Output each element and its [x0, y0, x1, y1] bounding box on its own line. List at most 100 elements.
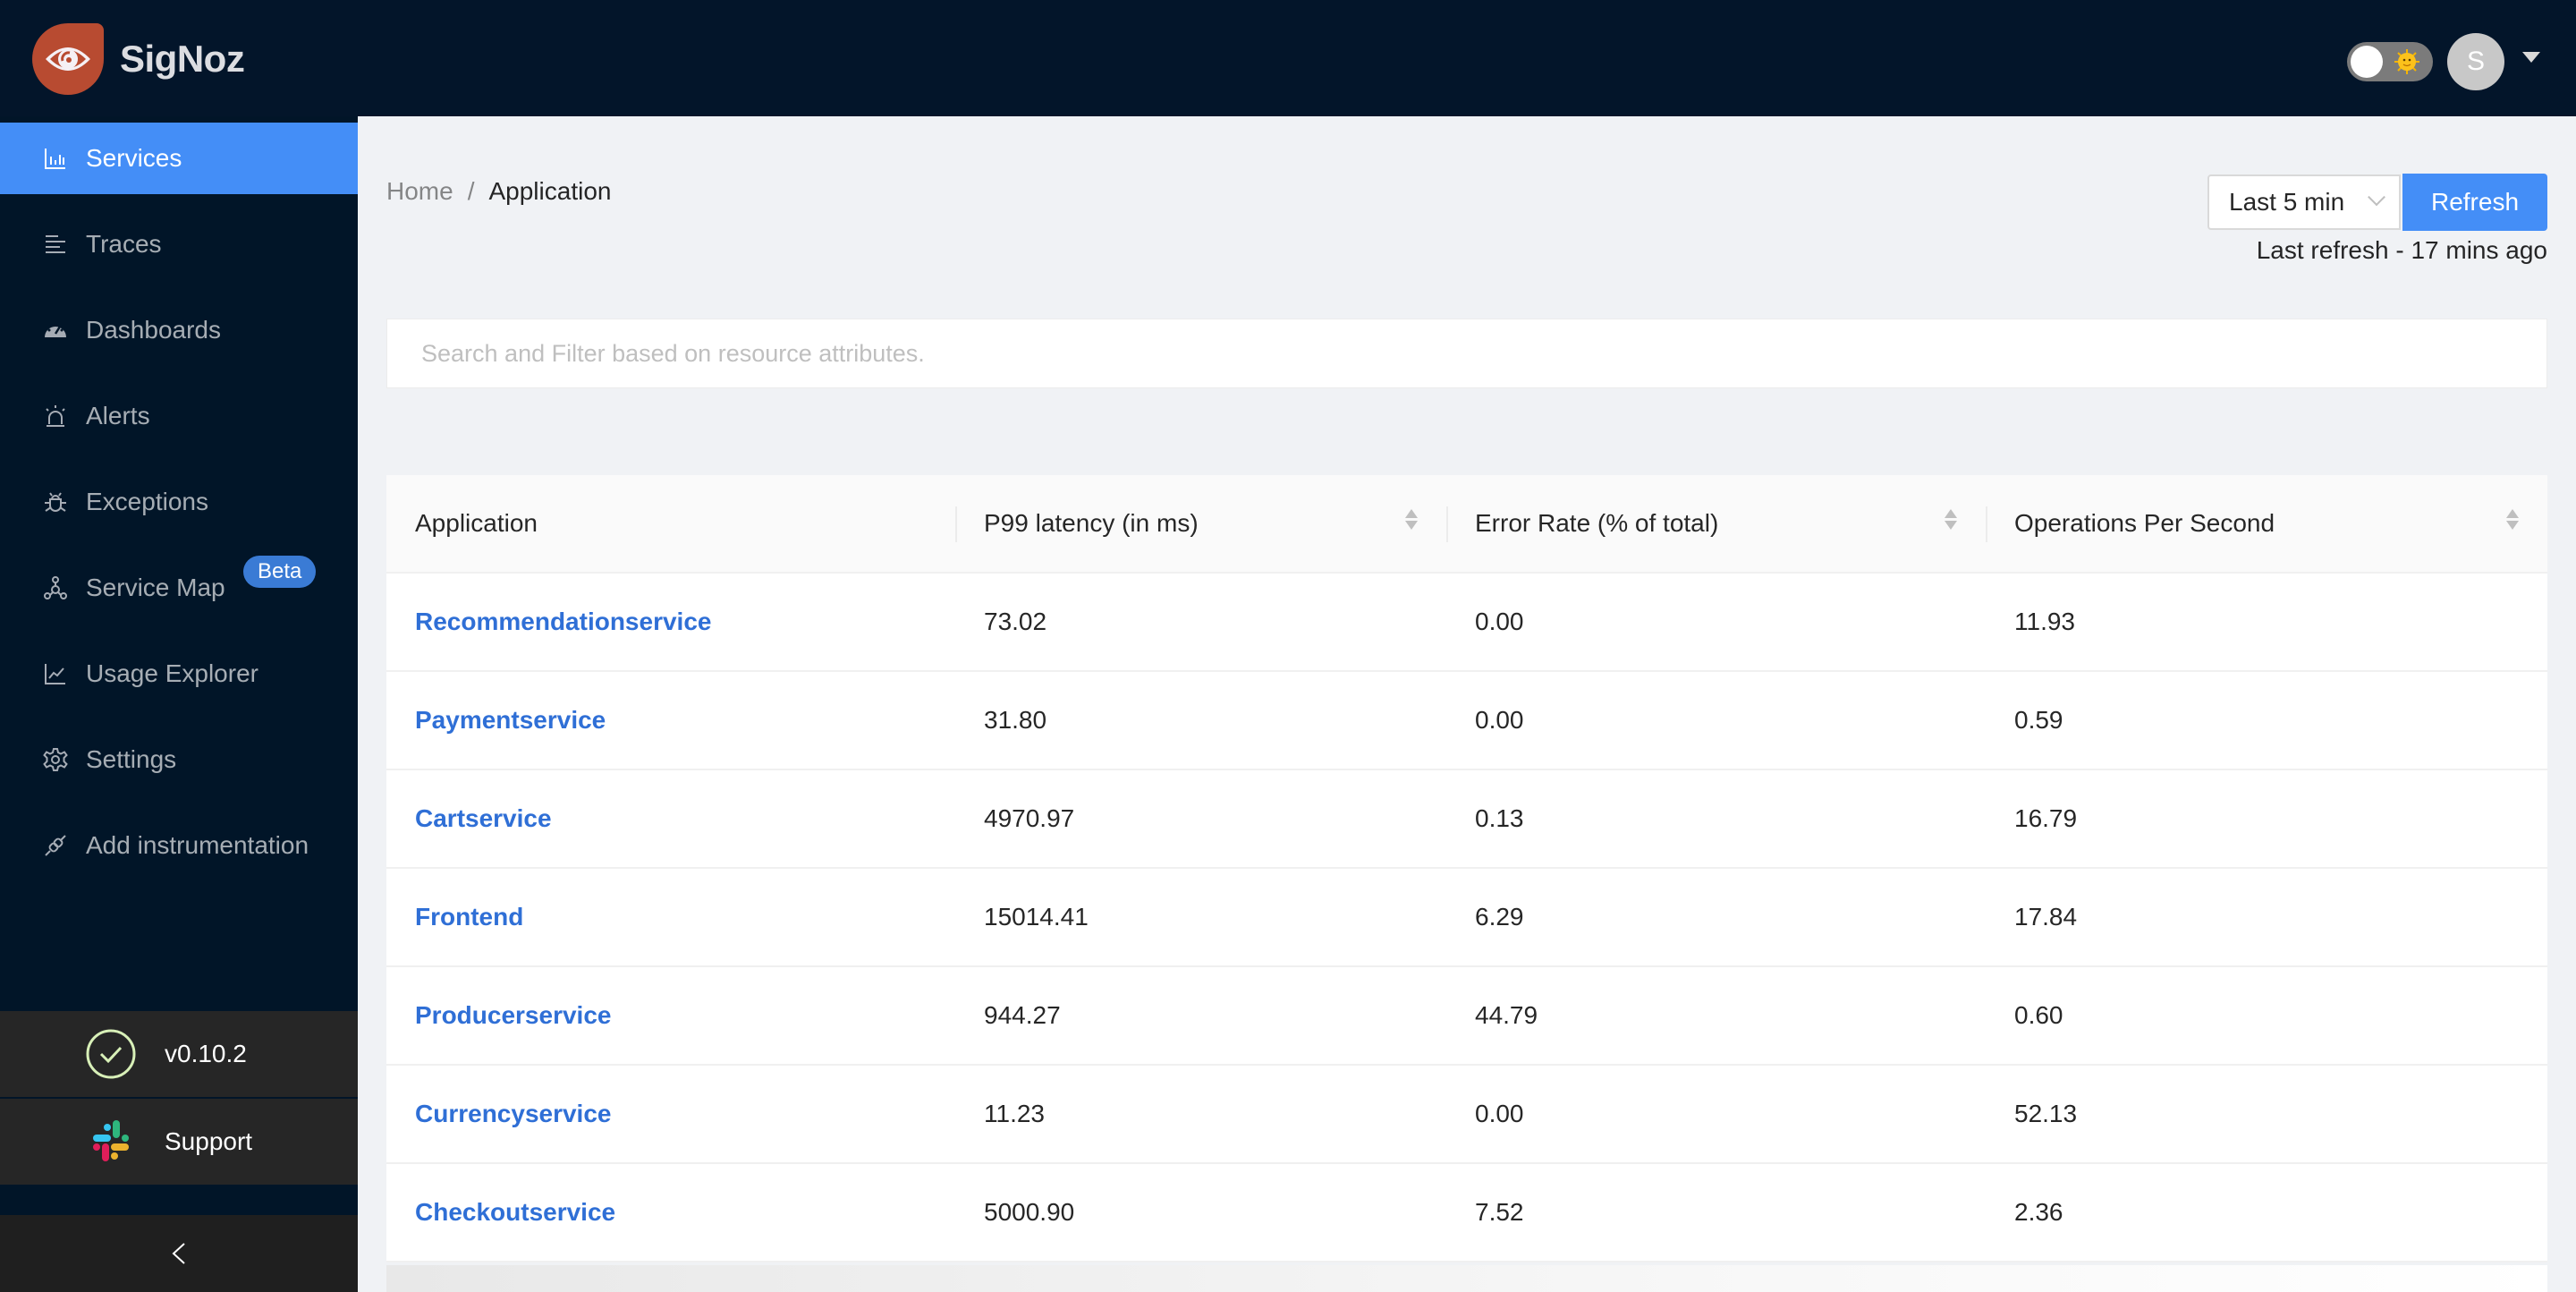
support-label: Support	[165, 1127, 253, 1155]
deployment-unit-icon	[43, 575, 68, 600]
sidebar-item-label: Usage Explorer	[86, 659, 258, 687]
sidebar-item-exceptions[interactable]: Exceptions	[0, 466, 358, 538]
table-row: Producerservice 944.27 44.79 0.60	[386, 967, 2547, 1066]
sort-icon[interactable]	[2506, 509, 2519, 530]
line-chart-icon	[43, 661, 68, 686]
version-indicator[interactable]: v0.10.2	[0, 1011, 358, 1097]
error-rate-cell: 0.00	[1475, 608, 1524, 635]
sidebar-item-label: Dashboards	[86, 316, 221, 344]
slack-icon	[86, 1117, 136, 1167]
sidebar: Services Traces Dashboards Alerts Except…	[0, 116, 358, 1292]
chevron-down-icon	[2368, 188, 2385, 207]
brand-logo[interactable]: SigNoz	[32, 23, 245, 95]
table-row: Currencyservice 11.23 0.00 52.13	[386, 1066, 2547, 1164]
sort-icon[interactable]	[1405, 509, 1418, 530]
error-rate-cell: 7.52	[1475, 1198, 1524, 1226]
search-input[interactable]	[421, 339, 2546, 368]
error-rate-cell: 44.79	[1475, 1001, 1538, 1029]
service-link[interactable]: Paymentservice	[415, 706, 606, 735]
align-left-icon	[43, 232, 68, 257]
service-link[interactable]: Recommendationservice	[415, 608, 711, 636]
service-link[interactable]: Producerservice	[415, 1001, 611, 1030]
p99-latency-cell: 31.80	[984, 706, 1047, 734]
beta-badge: Beta	[243, 556, 317, 588]
time-range-value: Last 5 min	[2229, 188, 2345, 216]
sidebar-collapse-button[interactable]	[0, 1215, 358, 1292]
column-header-p99-latency[interactable]: P99 latency (in ms)	[955, 475, 1446, 572]
table-row: Frontend 15014.41 6.29 17.84	[386, 869, 2547, 967]
p99-latency-cell: 73.02	[984, 608, 1047, 635]
p99-latency-cell: 4970.97	[984, 804, 1075, 832]
column-header-ops[interactable]: Operations Per Second	[1986, 475, 2547, 572]
error-rate-cell: 0.00	[1475, 1100, 1524, 1127]
sidebar-item-alerts[interactable]: Alerts	[0, 380, 358, 452]
sidebar-item-label: Add instrumentation	[86, 831, 309, 859]
sidebar-item-label: Exceptions	[86, 488, 208, 515]
resource-attribute-search[interactable]	[386, 319, 2547, 388]
error-rate-cell: 6.29	[1475, 903, 1524, 931]
version-label: v0.10.2	[165, 1040, 247, 1067]
ops-cell: 11.93	[2014, 608, 2075, 635]
user-avatar[interactable]: S	[2447, 33, 2504, 90]
table-row: Cartservice 4970.97 0.13 16.79	[386, 770, 2547, 869]
table-row: Paymentservice 31.80 0.00 0.59	[386, 672, 2547, 770]
brand-name: SigNoz	[120, 38, 245, 80]
sort-icon[interactable]	[1945, 509, 1957, 530]
sidebar-item-label: Traces	[86, 230, 162, 258]
sidebar-item-label: Alerts	[86, 402, 150, 429]
eye-logo-icon	[32, 23, 104, 95]
sidebar-item-usage-explorer[interactable]: Usage Explorer	[0, 638, 358, 710]
toggle-knob	[2351, 46, 2383, 78]
table-row: Checkoutservice 5000.90 7.52 2.36	[386, 1164, 2547, 1262]
error-rate-cell: 0.00	[1475, 706, 1524, 734]
p99-latency-cell: 15014.41	[984, 903, 1089, 931]
check-circle-icon	[86, 1029, 136, 1079]
sidebar-item-label: Services	[86, 144, 182, 172]
table-header: Application P99 latency (in ms) Error Ra…	[386, 475, 2547, 574]
caret-down-icon[interactable]	[2522, 52, 2540, 63]
theme-toggle[interactable]	[2347, 42, 2433, 81]
ops-cell: 17.84	[2014, 903, 2078, 931]
support-link[interactable]: Support	[0, 1099, 358, 1185]
dashboard-gauge-icon	[43, 318, 68, 343]
sidebar-item-dashboards[interactable]: Dashboards	[0, 294, 358, 366]
gear-icon	[43, 747, 68, 772]
p99-latency-cell: 944.27	[984, 1001, 1061, 1029]
breadcrumb: Home / Application	[386, 177, 611, 206]
sidebar-item-label: Service Map	[86, 574, 225, 601]
service-link[interactable]: Currencyservice	[415, 1100, 611, 1128]
chevron-left-icon	[172, 1243, 185, 1264]
sidebar-item-add-instrumentation[interactable]: Add instrumentation	[0, 810, 358, 881]
horizontal-scrollbar[interactable]	[386, 1265, 2547, 1292]
breadcrumb-separator: /	[467, 177, 475, 205]
ops-cell: 16.79	[2014, 804, 2078, 832]
sun-icon	[2394, 49, 2419, 74]
last-refresh-status: Last refresh - 17 mins ago	[2256, 236, 2547, 264]
top-header: SigNoz S	[0, 0, 2576, 116]
column-header-error-rate[interactable]: Error Rate (% of total)	[1446, 475, 1986, 572]
p99-latency-cell: 11.23	[984, 1100, 1045, 1127]
refresh-button[interactable]: Refresh	[2402, 174, 2547, 231]
breadcrumb-home[interactable]: Home	[386, 177, 453, 206]
error-rate-cell: 0.13	[1475, 804, 1524, 832]
ops-cell: 0.59	[2014, 706, 2063, 734]
p99-latency-cell: 5000.90	[984, 1198, 1075, 1226]
sidebar-item-settings[interactable]: Settings	[0, 724, 358, 795]
service-link[interactable]: Cartservice	[415, 804, 552, 833]
ops-cell: 0.60	[2014, 1001, 2063, 1029]
sidebar-item-service-map[interactable]: Service Map Beta	[0, 552, 358, 624]
service-link[interactable]: Checkoutservice	[415, 1198, 615, 1227]
table-row: Recommendationservice 73.02 0.00 11.93	[386, 574, 2547, 672]
bar-chart-icon	[43, 146, 68, 171]
time-range-select[interactable]: Last 5 min	[2207, 174, 2401, 230]
alarm-icon	[43, 404, 68, 429]
breadcrumb-current: Application	[488, 177, 612, 205]
bug-icon	[43, 489, 68, 514]
service-link[interactable]: Frontend	[415, 903, 523, 931]
sidebar-item-traces[interactable]: Traces	[0, 208, 358, 280]
sidebar-item-services[interactable]: Services	[0, 123, 358, 194]
ops-cell: 2.36	[2014, 1198, 2063, 1226]
ops-cell: 52.13	[2014, 1100, 2078, 1127]
column-header-application: Application	[415, 509, 538, 537]
api-plug-icon	[43, 833, 68, 858]
